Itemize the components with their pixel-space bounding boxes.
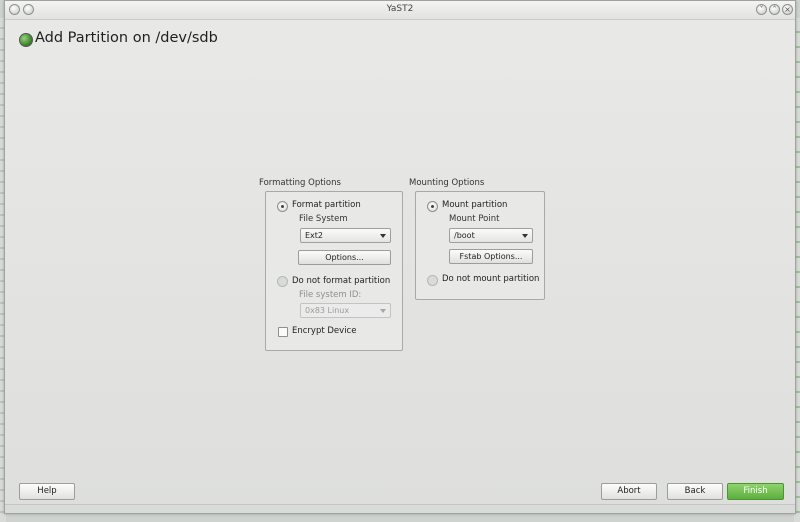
fstab-options-button[interactable]: Fstab Options... xyxy=(449,249,533,264)
file-system-id-label: File system ID: xyxy=(299,290,362,300)
do-not-format-radio[interactable] xyxy=(277,276,288,287)
mount-point-value: /boot xyxy=(454,231,475,240)
encrypt-device-checkbox[interactable] xyxy=(278,327,288,337)
file-system-label: File System xyxy=(299,214,348,224)
formatting-options-label: Formatting Options xyxy=(259,178,341,188)
chevron-down-icon xyxy=(380,234,386,238)
mounting-options-frame: Mount partition Mount Point /boot Fstab … xyxy=(415,191,545,300)
help-button[interactable]: Help xyxy=(19,483,75,500)
finish-button[interactable]: Finish xyxy=(727,483,784,500)
formatting-options-frame: Format partition File System Ext2 Option… xyxy=(265,191,403,351)
format-partition-radio[interactable] xyxy=(277,201,288,212)
mounting-options-label: Mounting Options xyxy=(409,178,485,188)
file-system-select[interactable]: Ext2 xyxy=(300,228,391,243)
format-partition-label[interactable]: Format partition xyxy=(292,200,361,210)
window-title: YaST2 xyxy=(386,4,414,14)
maximize-icon[interactable]: ˄ xyxy=(769,4,780,15)
yast-partition-icon xyxy=(19,33,33,47)
close-icon[interactable]: × xyxy=(782,4,793,15)
mount-partition-radio[interactable] xyxy=(427,201,438,212)
abort-button[interactable]: Abort xyxy=(601,483,657,500)
mount-point-label: Mount Point xyxy=(449,214,500,224)
back-button[interactable]: Back xyxy=(667,483,723,500)
file-system-id-select: 0x83 Linux xyxy=(300,303,391,318)
file-system-value: Ext2 xyxy=(305,231,324,240)
title-bar[interactable]: YaST2 ˅ ˄ × xyxy=(5,1,795,20)
mount-partition-label[interactable]: Mount partition xyxy=(442,200,507,210)
do-not-mount-label[interactable]: Do not mount partition xyxy=(442,274,539,284)
encrypt-device-label[interactable]: Encrypt Device xyxy=(292,326,356,336)
window-bottom-edge xyxy=(5,504,795,513)
mount-point-select[interactable]: /boot xyxy=(449,228,533,243)
chevron-down-icon xyxy=(380,309,386,313)
options-button[interactable]: Options... xyxy=(298,250,391,265)
do-not-mount-radio[interactable] xyxy=(427,275,438,286)
minimize-icon[interactable]: ˅ xyxy=(756,4,767,15)
do-not-format-label[interactable]: Do not format partition xyxy=(292,276,390,286)
chevron-down-icon xyxy=(522,234,528,238)
yast-window: YaST2 ˅ ˄ × Add Partition on /dev/sdb Fo… xyxy=(4,0,796,514)
file-system-id-value: 0x83 Linux xyxy=(305,306,350,315)
page-title: Add Partition on /dev/sdb xyxy=(35,30,218,46)
